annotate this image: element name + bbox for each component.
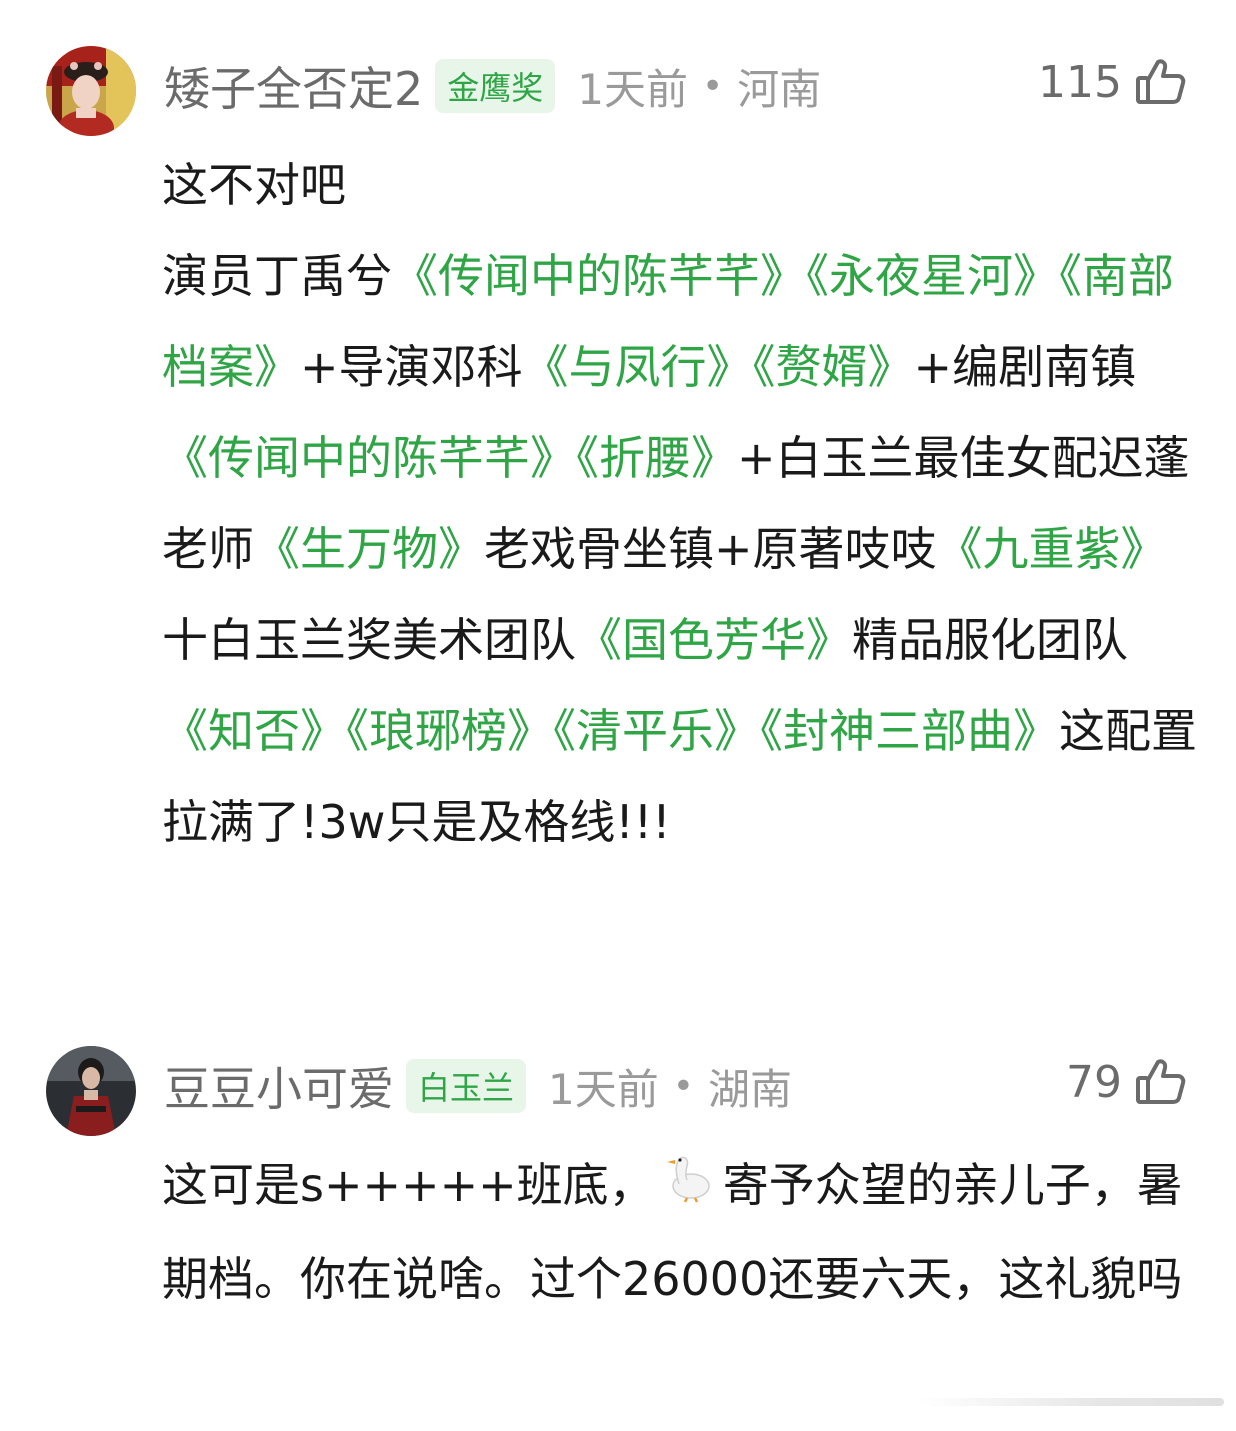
location: 湖南 [707, 1064, 792, 1114]
separator-dot: • [672, 1065, 694, 1107]
comment-text-segment: 这不对吧 [162, 158, 346, 212]
comment-header: 矮子全否定2 金鹰奖 1天前 • 河南 [164, 54, 821, 118]
topic-link[interactable]: 《传闻中的陈芊芊》《折腰》 [162, 431, 737, 485]
comment-text-segment: 十白玉兰奖美术团队 [162, 613, 576, 667]
like-count: 79 [1066, 1056, 1122, 1108]
like-button[interactable]: 115 [1038, 54, 1186, 110]
thumbs-up-icon[interactable] [1134, 1056, 1186, 1108]
scroll-indicator [918, 1398, 1224, 1406]
username[interactable]: 矮子全否定2 [164, 53, 423, 119]
avatar[interactable] [46, 46, 136, 136]
award-badge[interactable]: 金鹰奖 [435, 59, 556, 113]
username[interactable]: 豆豆小可爱 [164, 1053, 394, 1119]
avatar[interactable] [46, 1046, 136, 1136]
topic-link[interactable]: 《生万物》 [254, 522, 484, 576]
timestamp: 1天前 [577, 64, 689, 114]
like-count: 115 [1038, 56, 1122, 108]
topic-link[interactable]: 《知否》《琅琊榜》《清平乐》《封神三部曲》 [162, 704, 1059, 758]
comment-header: 豆豆小可爱 白玉兰 1天前 • 湖南 [164, 1054, 792, 1118]
comment-text-segment: +编剧南镇 [913, 340, 1137, 394]
topic-link[interactable]: 《九重紫》 [937, 522, 1167, 576]
location: 河南 [737, 64, 822, 114]
comment-text-segment: +导演邓科 [300, 340, 523, 394]
separator-dot: • [702, 65, 724, 107]
comment-text: 这可是s+++++班底， 寄予众望的亲儿子，暑期档。你在说啥。过个26000还要六… [162, 1140, 1202, 1325]
comment-text: 这不对吧 演员丁禹兮《传闻中的陈芊芊》《永夜星河》《南部档案》+导演邓科《与凤行》… [162, 140, 1202, 868]
topic-link[interactable]: 《国色芳华》 [576, 613, 852, 667]
goose-emoji [661, 1143, 717, 1234]
timestamp: 1天前 [548, 1064, 659, 1114]
comment-text-segment: 这可是s+++++班底， [162, 1158, 655, 1212]
comment-text-segment: 精品服化团队 [852, 613, 1128, 667]
comment-text-segment: 演员丁禹兮 [162, 249, 392, 303]
topic-link[interactable]: 《与凤行》《赘婿》 [523, 340, 914, 394]
like-button[interactable]: 79 [1066, 1054, 1186, 1110]
thumbs-up-icon[interactable] [1134, 56, 1186, 108]
comment-text-segment: 老戏骨坐镇+原著吱吱 [484, 522, 937, 576]
award-badge[interactable]: 白玉兰 [406, 1059, 527, 1113]
